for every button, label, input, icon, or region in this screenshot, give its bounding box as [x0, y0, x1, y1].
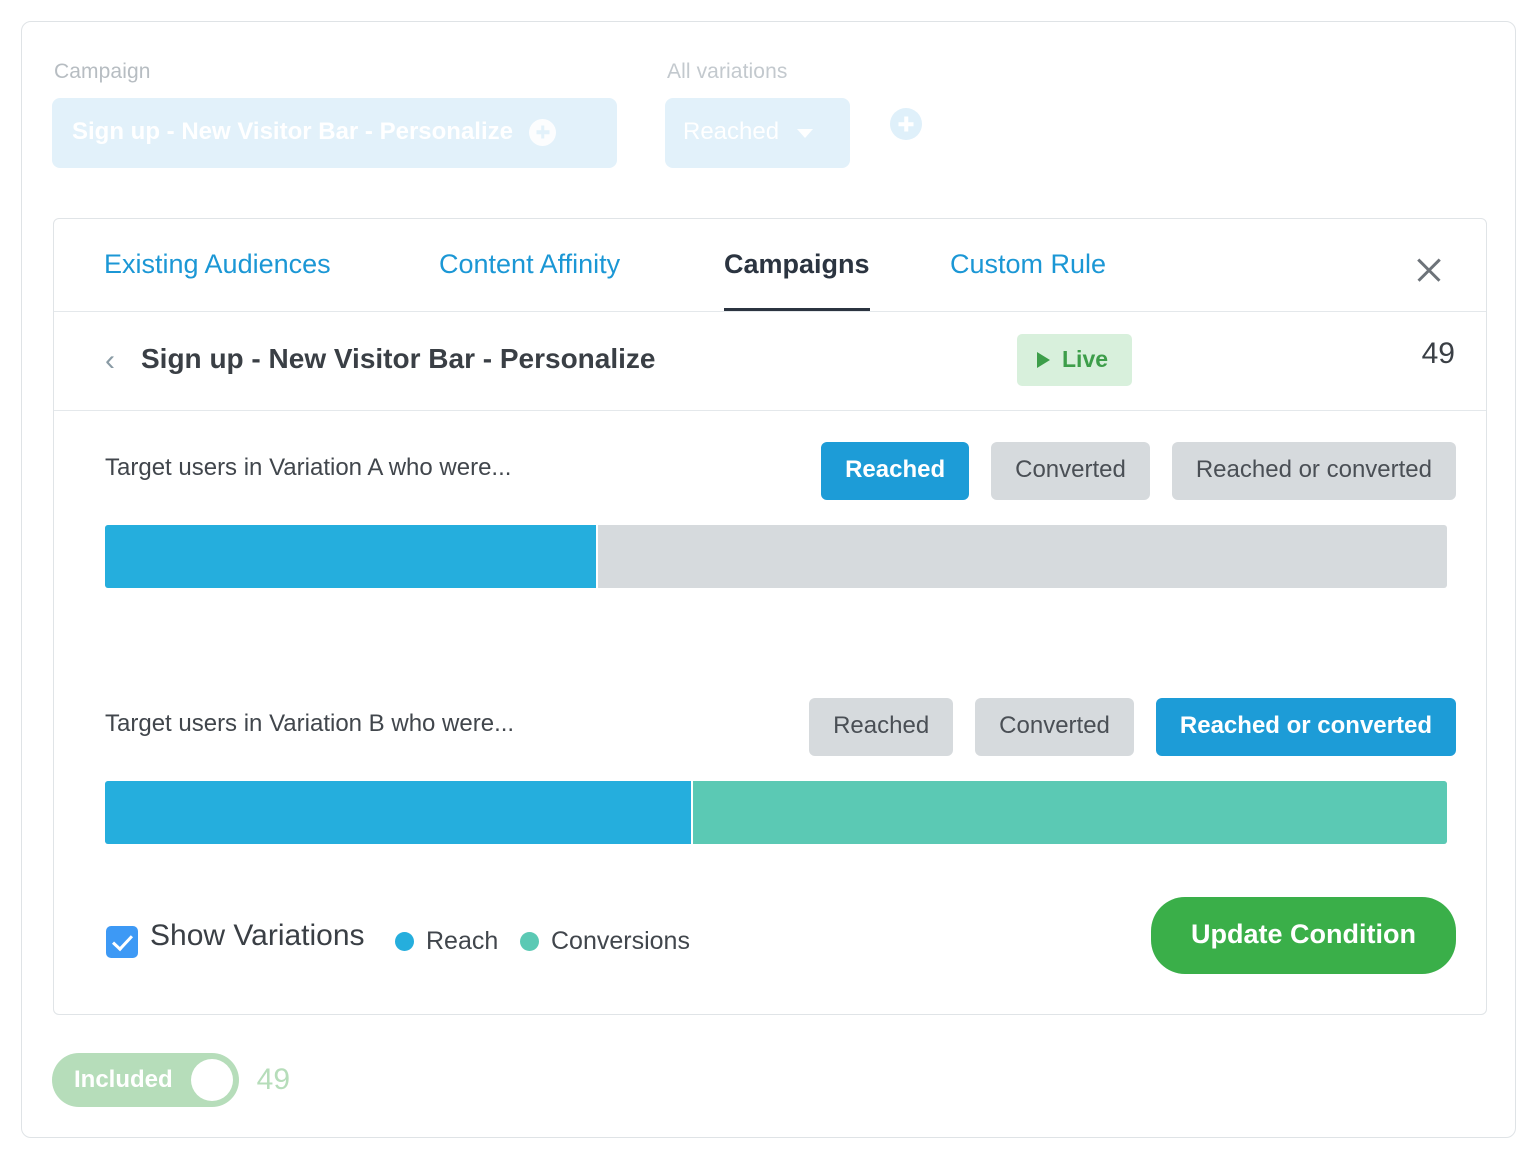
bar-divider — [596, 525, 599, 588]
variation-a-text: Target users in Variation A who were... — [105, 454, 512, 481]
included-toggle[interactable]: Included — [52, 1053, 239, 1107]
campaign-filter-value: Sign up - New Visitor Bar - Personalize — [72, 118, 513, 145]
audience-builder-card: Campaign Sign up - New Visitor Bar - Per… — [21, 21, 1516, 1138]
legend-reach: Reach — [395, 927, 498, 956]
plus-circle-icon[interactable] — [529, 118, 556, 146]
campaign-header: ‹ Sign up - New Visitor Bar - Personaliz… — [54, 312, 1486, 411]
back-chevron-icon[interactable]: ‹ — [105, 339, 115, 383]
variation-b-reach-segment — [105, 781, 691, 844]
add-filter-button[interactable] — [890, 108, 922, 140]
campaign-filter-label: Campaign — [54, 60, 151, 83]
legend-conversions-label: Conversions — [551, 927, 690, 955]
tab-custom-rule[interactable]: Custom Rule — [950, 249, 1106, 308]
legend-conversions-dot-icon — [520, 932, 539, 951]
show-variations-label: Show Variations — [150, 919, 365, 952]
toggle-knob[interactable] — [190, 1059, 233, 1101]
variation-b-bar — [105, 781, 1447, 844]
variation-a-bar — [105, 525, 1447, 588]
campaign-filter-pill[interactable]: Sign up - New Visitor Bar - Personalize — [52, 98, 617, 168]
chevron-down-icon — [797, 129, 814, 138]
variation-b-segmented-control: Reached Converted Reached or converted — [809, 698, 1456, 756]
panel-footer: Show Variations Reach Conversions Update… — [54, 864, 1486, 1014]
included-toggle-label: Included — [74, 1066, 173, 1093]
campaign-filter-group: Campaign Sign up - New Visitor Bar - Per… — [52, 60, 617, 168]
variation-b-conversions-segment — [692, 781, 1447, 844]
variation-a-option-reached-or-converted[interactable]: Reached or converted — [1171, 442, 1456, 500]
tab-existing-audiences[interactable]: Existing Audiences — [104, 249, 331, 308]
audience-source-panel: Existing Audiences Content Affinity Camp… — [53, 218, 1487, 1015]
variation-a-reach-segment — [105, 525, 597, 588]
variation-a-option-reached[interactable]: Reached — [821, 442, 970, 500]
legend-conversions: Conversions — [520, 927, 690, 956]
variation-b-option-reached[interactable]: Reached — [809, 698, 954, 756]
variation-a-segmented-control: Reached Converted Reached or converted — [821, 442, 1456, 500]
included-row: Included 49 — [52, 1053, 290, 1107]
variation-filter-value: Reached — [683, 118, 780, 145]
tab-campaigns[interactable]: Campaigns — [724, 249, 870, 311]
legend-reach-dot-icon — [395, 932, 414, 951]
variation-b-option-converted[interactable]: Converted — [975, 698, 1134, 756]
campaign-count: 49 — [1421, 337, 1455, 370]
update-condition-button[interactable]: Update Condition — [1151, 897, 1456, 974]
included-count: 49 — [256, 1063, 291, 1096]
variations-filter-label: All variations — [667, 60, 788, 83]
variation-b-text: Target users in Variation B who were... — [105, 710, 515, 737]
variation-a-option-converted[interactable]: Converted — [991, 442, 1150, 500]
variation-b-option-reached-or-converted[interactable]: Reached or converted — [1155, 698, 1456, 756]
filter-bar: Campaign Sign up - New Visitor Bar - Per… — [52, 60, 1482, 200]
variation-a-block: Target users in Variation A who were... … — [54, 442, 1486, 588]
status-badge-label: Live — [1062, 346, 1109, 372]
play-icon — [1037, 351, 1050, 368]
tab-bar: Existing Audiences Content Affinity Camp… — [54, 219, 1486, 312]
legend-reach-label: Reach — [426, 927, 499, 955]
tab-content-affinity[interactable]: Content Affinity — [439, 249, 620, 308]
variations-filter-group: All variations Reached — [665, 60, 850, 168]
variation-b-block: Target users in Variation B who were... … — [54, 698, 1486, 844]
variation-filter-pill[interactable]: Reached — [665, 98, 850, 168]
show-variations-checkbox[interactable] — [106, 926, 138, 958]
status-badge: Live — [1017, 334, 1133, 386]
close-icon[interactable] — [1412, 253, 1446, 287]
campaign-title: Sign up - New Visitor Bar - Personalize — [141, 343, 656, 374]
